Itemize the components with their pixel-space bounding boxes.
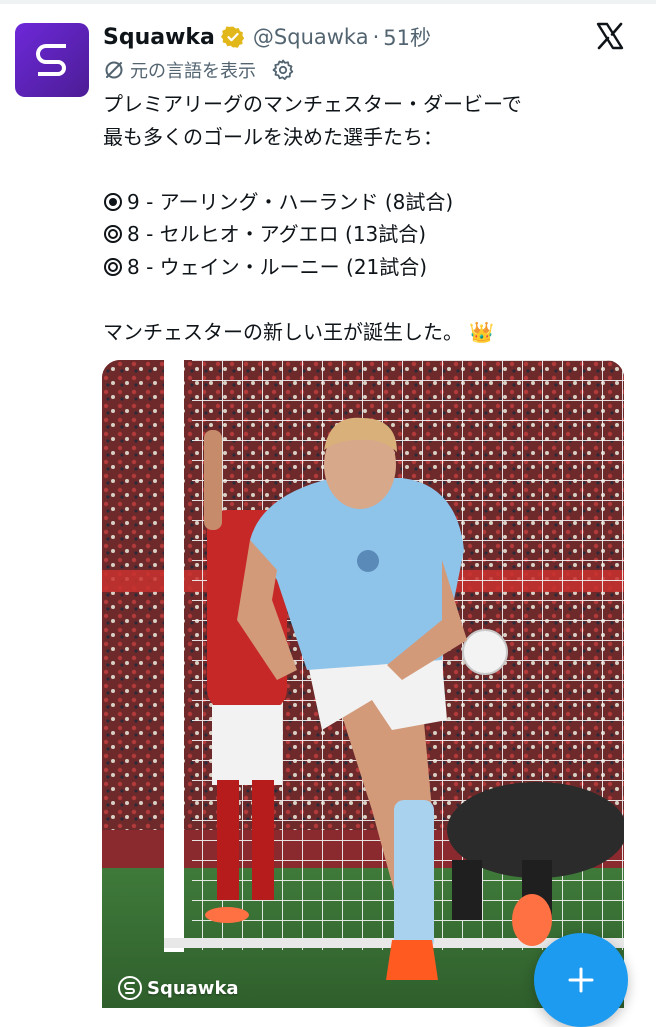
top-divider [0, 0, 656, 4]
stat-line-haaland: 9 - アーリング・ハーランド (8試合) [103, 186, 633, 219]
verified-badge-icon [220, 25, 245, 49]
tweet-header: Squawka @Squawka · 51秒 [103, 20, 431, 54]
record-mark-icon [103, 189, 123, 211]
tweet-text-line: 最も多くのゴールを決めた選手たち： [103, 124, 443, 149]
translate-off-icon [103, 59, 125, 81]
display-name[interactable]: Squawka [103, 25, 215, 50]
football [462, 629, 508, 675]
translate-row[interactable]: 元の言語を表示 [103, 56, 294, 84]
crown-emoji: 👑 [469, 319, 495, 344]
tweet-media-image[interactable]: Squawka [102, 360, 624, 1008]
squawka-logo-icon [118, 976, 142, 1000]
stat-line-rooney: 8 - ウェイン・ルーニー (21試合) [103, 251, 633, 284]
x-logo-icon[interactable] [596, 22, 624, 50]
tweet-text: プレミアリーグのマンチェスター・ダービーで 最も多くのゴールを決めた選手たち： … [103, 88, 633, 348]
tweet-text-line: マンチェスターの新しい王が誕生した。 👑 [103, 316, 633, 349]
avatar[interactable] [15, 23, 89, 97]
squawka-logo-icon [36, 44, 66, 76]
timestamp[interactable]: 51秒 [383, 22, 431, 52]
tweet-text-blank [103, 153, 633, 186]
stat-text: 9 - アーリング・ハーランド (8試合) [127, 189, 454, 214]
stat-line-aguero: 8 - セルヒオ・アグエロ (13試合) [103, 218, 633, 251]
show-original-language-link[interactable]: 元の言語を表示 [130, 57, 256, 83]
compose-fab-button[interactable] [534, 933, 628, 1027]
plus-icon [568, 967, 594, 993]
goal-post [164, 360, 184, 952]
tweet-text-line: プレミアリーグのマンチェスター・ダービーで [103, 92, 522, 116]
double-circle-mark-icon [103, 254, 123, 276]
tweet-text-blank [103, 283, 633, 316]
closing-text: マンチェスターの新しい王が誕生した。 [103, 319, 463, 344]
stat-text: 8 - セルヒオ・アグエロ (13試合) [127, 222, 427, 246]
user-handle[interactable]: @Squawka [253, 25, 369, 49]
separator-dot: · [372, 25, 380, 49]
media-watermark: Squawka [118, 976, 239, 1000]
double-circle-mark-icon [103, 221, 123, 243]
gear-icon[interactable] [272, 59, 294, 81]
watermark-text: Squawka [147, 977, 239, 999]
stat-text: 8 - ウェイン・ルーニー (21試合) [127, 254, 428, 279]
